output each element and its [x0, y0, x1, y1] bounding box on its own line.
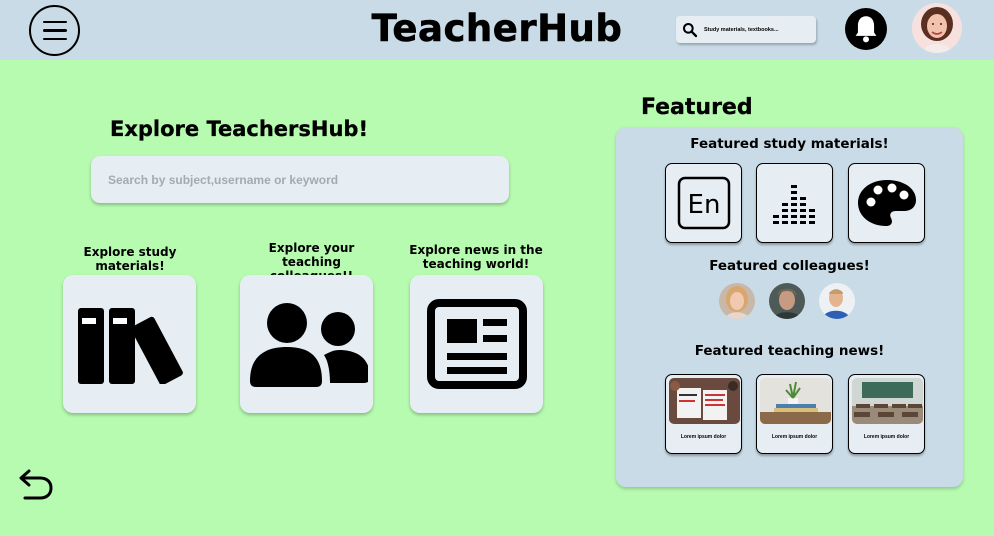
notifications-button[interactable] [845, 8, 887, 50]
news-card-category[interactable] [410, 275, 543, 413]
equalizer-icon [772, 185, 815, 224]
books-icon [77, 308, 183, 384]
header-search-input[interactable] [704, 26, 804, 33]
colleague-avatar[interactable] [719, 283, 755, 319]
art-palette-icon [857, 180, 916, 226]
colleagues-card[interactable] [240, 275, 373, 413]
featured-news-item[interactable]: Lorem ipsum dolor [756, 374, 833, 454]
featured-news-title: Featured teaching news! [694, 343, 885, 359]
people-icon [249, 303, 368, 387]
featured-material-english[interactable]: En [665, 163, 742, 243]
news-caption: Lorem ipsum dolor [771, 434, 818, 440]
category-label-news: Explore news in the teaching world! [409, 243, 543, 271]
featured-panel: Featured study materials! En Featured co… [616, 127, 963, 487]
colleague-photo [769, 283, 805, 319]
newspaper-icon [426, 299, 527, 389]
user-avatar-image [912, 3, 962, 53]
study-materials-card[interactable] [63, 275, 196, 413]
news-thumbnail [852, 378, 923, 424]
colleague-avatar[interactable] [769, 283, 805, 319]
user-avatar[interactable] [912, 3, 962, 53]
news-thumbnail [760, 378, 831, 424]
featured-news-item[interactable]: Lorem ipsum dolor [665, 374, 742, 454]
news-thumbnail [669, 378, 740, 424]
featured-title: Featured [641, 95, 753, 120]
featured-news-item[interactable]: Lorem ipsum dolor [848, 374, 925, 454]
category-label-study-materials: Explore study materials! [83, 245, 177, 273]
bell-icon [855, 16, 877, 43]
featured-material-art[interactable] [848, 163, 925, 243]
featured-materials-title: Featured study materials! [690, 136, 889, 152]
protest-photo [669, 378, 740, 424]
explore-title: Explore TeachersHub! [110, 117, 369, 141]
colleague-photo [719, 283, 755, 319]
colleague-photo [819, 283, 855, 319]
explore-search-input[interactable] [108, 172, 488, 187]
books-plant-photo [760, 378, 831, 424]
back-button[interactable] [17, 465, 55, 501]
header-search-bar[interactable] [676, 16, 816, 43]
top-header: TeacherHub [0, 0, 994, 60]
featured-colleagues-title: Featured colleagues! [709, 258, 870, 274]
colleague-avatar[interactable] [819, 283, 855, 319]
undo-arrow-icon [19, 469, 53, 500]
explore-search-bar[interactable] [91, 156, 509, 203]
english-label: En [687, 190, 720, 220]
news-caption: Lorem ipsum dolor [680, 434, 727, 440]
classroom-photo [852, 378, 923, 424]
search-icon [683, 22, 698, 37]
news-caption: Lorem ipsum dolor [863, 434, 910, 440]
english-language-icon: En [677, 176, 730, 230]
featured-material-audio[interactable] [756, 163, 833, 243]
